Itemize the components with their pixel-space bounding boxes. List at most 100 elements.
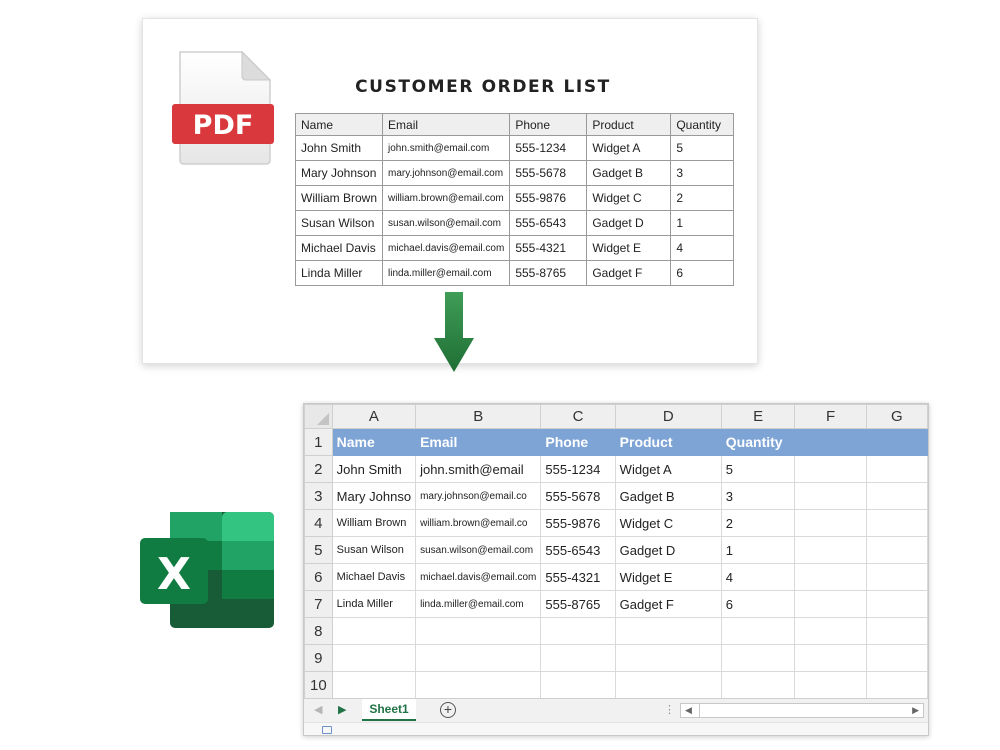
cell[interactable] (794, 482, 867, 510)
column-header-f[interactable]: F (794, 404, 867, 429)
row-header[interactable]: 4 (304, 509, 333, 537)
cell[interactable]: Name (331, 428, 417, 456)
cell[interactable] (865, 509, 928, 537)
cell[interactable] (415, 671, 542, 699)
status-view-icon[interactable] (322, 726, 332, 734)
cell[interactable] (865, 617, 928, 645)
cell[interactable]: 555-9876 (540, 509, 616, 537)
next-sheet-icon[interactable]: ▶ (338, 703, 346, 716)
cell[interactable] (614, 617, 722, 645)
cell[interactable]: Widget C (614, 509, 722, 537)
cell[interactable]: linda.miller@email.com (415, 590, 542, 618)
cell[interactable] (794, 563, 867, 591)
cell[interactable] (720, 671, 796, 699)
cell[interactable]: 2 (720, 509, 796, 537)
cell[interactable]: Gadget F (614, 590, 722, 618)
cell[interactable] (794, 428, 867, 456)
row-header[interactable]: 5 (304, 536, 333, 564)
cell[interactable] (540, 671, 616, 699)
cell[interactable] (720, 644, 796, 672)
cell[interactable]: john.smith@email (415, 455, 542, 483)
cell[interactable] (865, 482, 928, 510)
column-header-a[interactable]: A (331, 404, 417, 429)
column-header-c[interactable]: C (540, 404, 616, 429)
column-header-b[interactable]: B (415, 404, 542, 429)
cell[interactable]: 3 (720, 482, 796, 510)
cell[interactable]: 555-5678 (540, 482, 616, 510)
add-sheet-icon[interactable]: + (440, 702, 456, 718)
pdf-header-cell: Phone (509, 113, 588, 136)
cell[interactable] (794, 671, 867, 699)
cell[interactable]: 4 (720, 563, 796, 591)
cell[interactable]: 555-4321 (540, 563, 616, 591)
cell[interactable]: Email (415, 428, 542, 456)
pdf-cell: Gadget D (586, 210, 672, 236)
cell[interactable]: 555-6543 (540, 536, 616, 564)
scroll-right-icon[interactable]: ▶ (912, 704, 919, 717)
cell[interactable] (540, 617, 616, 645)
cell[interactable]: William Brown (331, 509, 417, 537)
cell[interactable]: Widget A (614, 455, 722, 483)
cell[interactable] (865, 536, 928, 564)
row-header[interactable]: 3 (304, 482, 333, 510)
cell[interactable]: Linda Miller (331, 590, 417, 618)
cell[interactable] (865, 671, 928, 699)
prev-sheet-icon[interactable]: ◀ (314, 703, 322, 716)
cell[interactable] (865, 455, 928, 483)
row-header[interactable]: 6 (304, 563, 333, 591)
cell[interactable]: John Smith (331, 455, 417, 483)
cell[interactable]: 5 (720, 455, 796, 483)
cell[interactable] (794, 590, 867, 618)
column-header-g[interactable]: G (865, 404, 928, 429)
column-header-d[interactable]: D (614, 404, 722, 429)
cell[interactable] (415, 617, 542, 645)
cell[interactable]: Gadget B (614, 482, 722, 510)
cell[interactable]: Michael Davis (331, 563, 417, 591)
cell[interactable]: Mary Johnso (331, 482, 417, 510)
select-all-icon[interactable] (304, 404, 333, 429)
cell[interactable]: michael.davis@email.com (415, 563, 542, 591)
cell[interactable] (794, 455, 867, 483)
cell[interactable] (331, 671, 417, 699)
cell[interactable] (614, 671, 722, 699)
cell[interactable] (794, 509, 867, 537)
cell[interactable] (331, 617, 417, 645)
row-header[interactable]: 10 (304, 671, 333, 699)
cell[interactable] (415, 644, 542, 672)
cell[interactable]: Widget E (614, 563, 722, 591)
cell[interactable] (794, 617, 867, 645)
cell[interactable]: Gadget D (614, 536, 722, 564)
cell[interactable] (865, 590, 928, 618)
tab-splitter-handle[interactable]: ⋮ (664, 703, 675, 716)
row-header[interactable]: 9 (304, 644, 333, 672)
cell[interactable]: 555-1234 (540, 455, 616, 483)
cell[interactable] (865, 644, 928, 672)
cell[interactable]: Product (614, 428, 722, 456)
row-header[interactable]: 8 (304, 617, 333, 645)
table-row: 4 William Brown william.brown@email.co 5… (304, 509, 928, 537)
horizontal-scrollbar[interactable]: ◀ ▶ (680, 703, 924, 718)
cell[interactable]: Phone (540, 428, 616, 456)
cell[interactable] (614, 644, 722, 672)
cell[interactable] (331, 644, 417, 672)
cell[interactable]: william.brown@email.co (415, 509, 542, 537)
cell[interactable]: Susan Wilson (331, 536, 417, 564)
cell[interactable] (865, 563, 928, 591)
cell[interactable] (794, 644, 867, 672)
cell[interactable]: 6 (720, 590, 796, 618)
column-header-e[interactable]: E (720, 404, 796, 429)
cell[interactable]: 1 (720, 536, 796, 564)
cell[interactable]: mary.johnson@email.co (415, 482, 542, 510)
cell[interactable]: susan.wilson@email.com (415, 536, 542, 564)
row-header[interactable]: 7 (304, 590, 333, 618)
cell[interactable]: Quantity (720, 428, 796, 456)
scroll-left-icon[interactable]: ◀ (685, 704, 692, 717)
cell[interactable] (540, 644, 616, 672)
cell[interactable] (720, 617, 796, 645)
cell[interactable] (794, 536, 867, 564)
cell[interactable] (865, 428, 928, 456)
cell[interactable]: 555-8765 (540, 590, 616, 618)
tab-sheet1[interactable]: Sheet1 (362, 699, 416, 721)
row-header[interactable]: 2 (304, 455, 333, 483)
row-header[interactable]: 1 (304, 428, 333, 456)
